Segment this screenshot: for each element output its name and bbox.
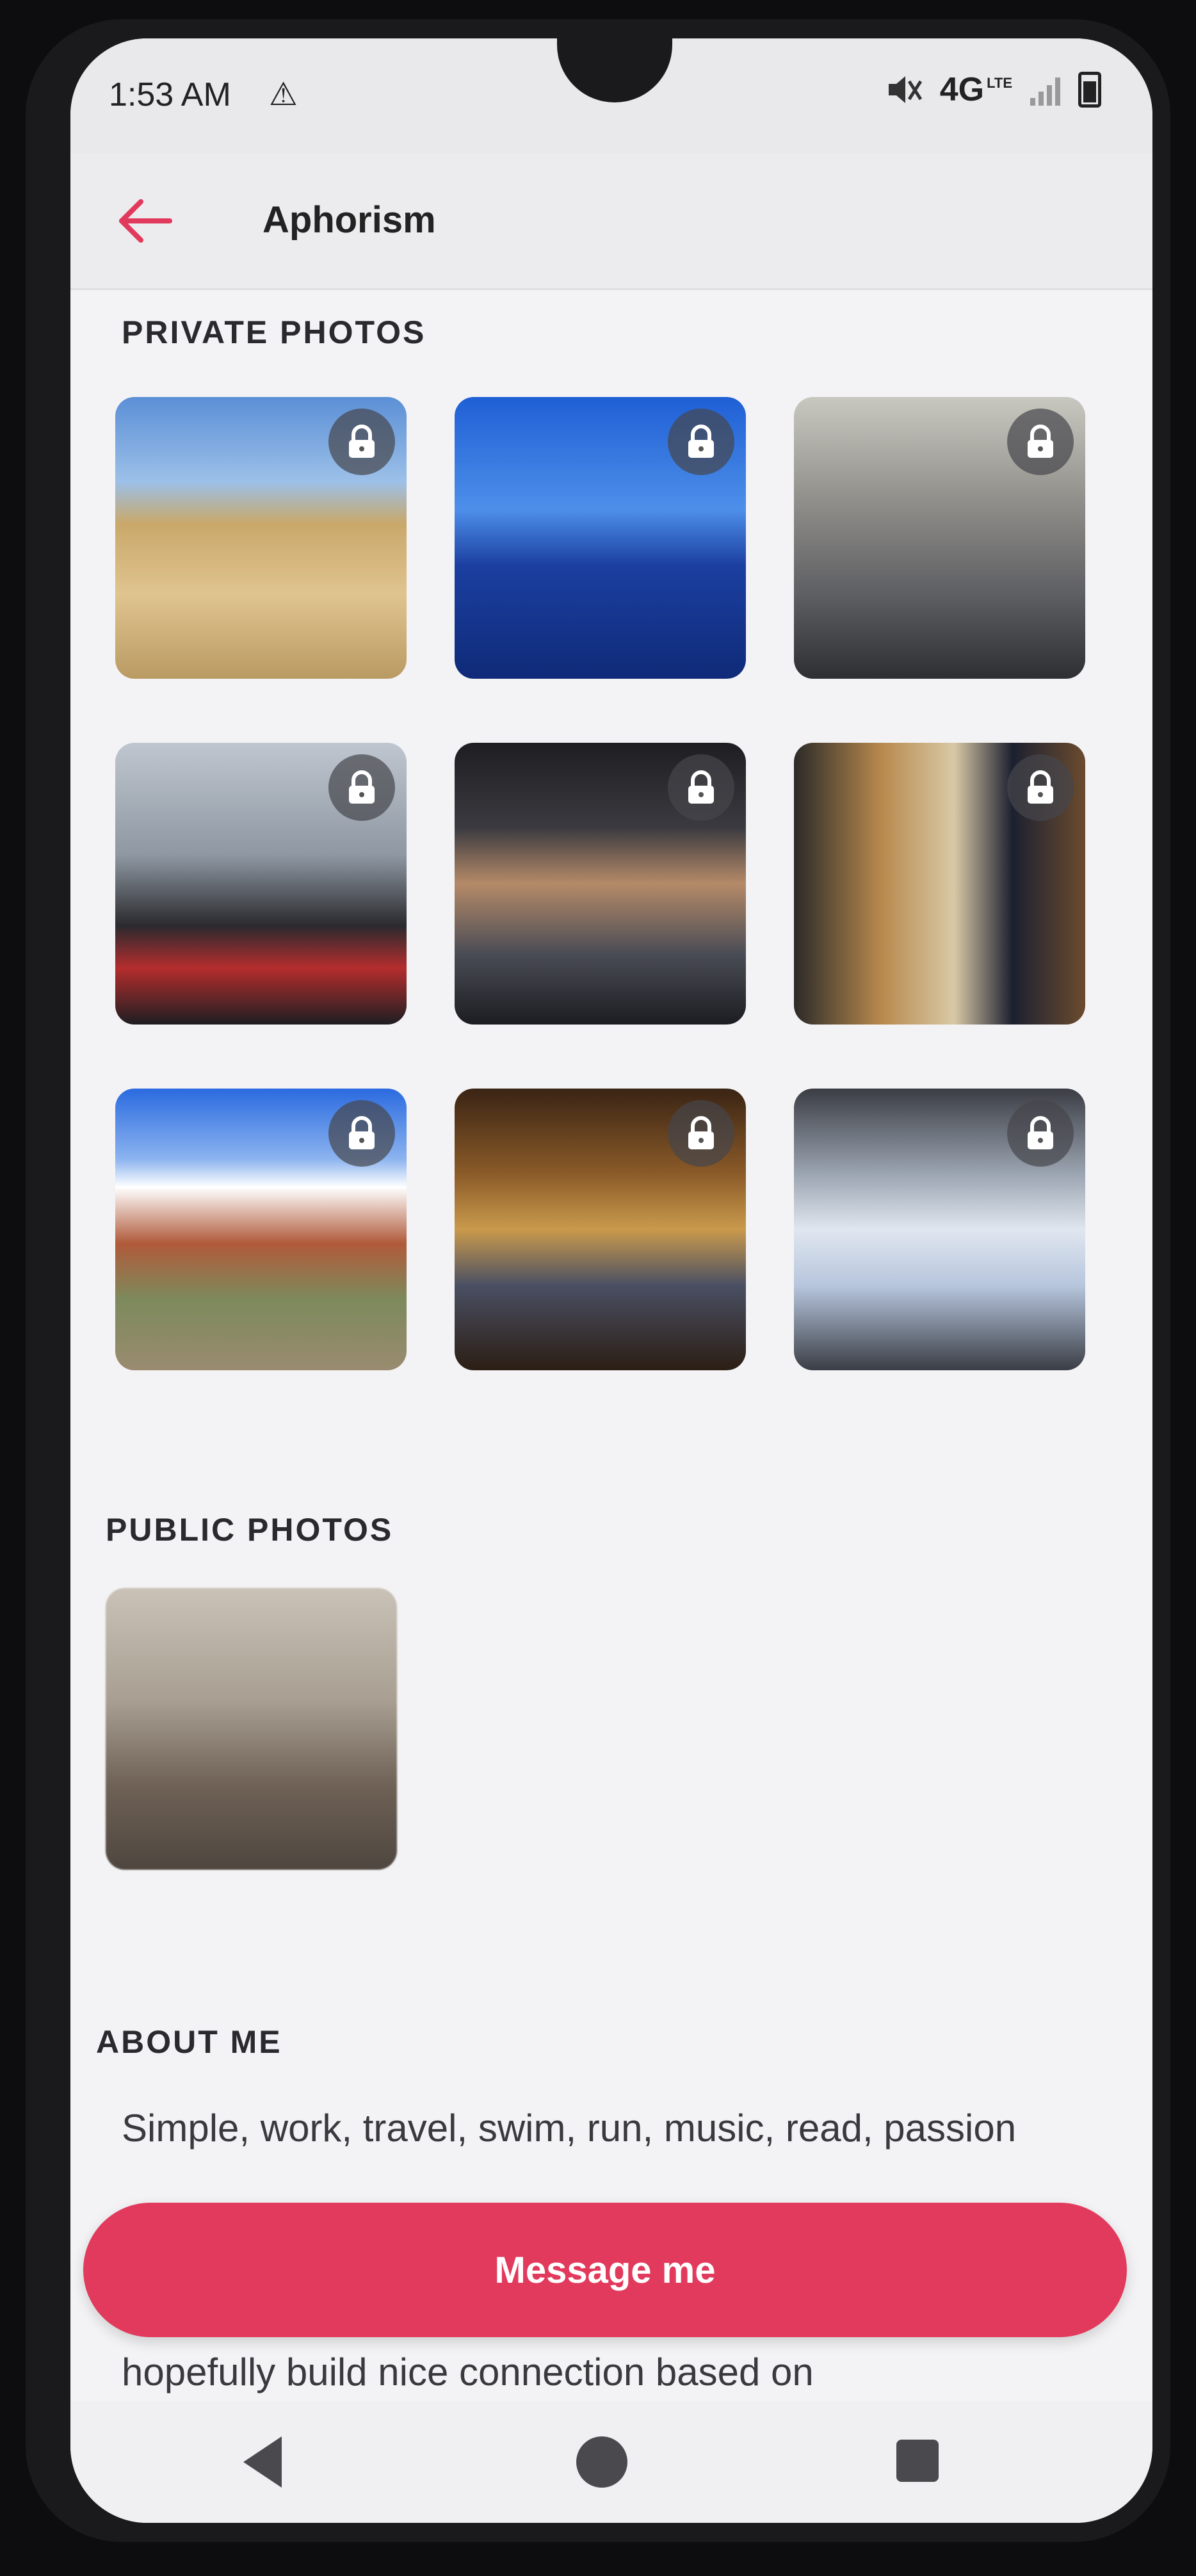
private-photo-bar-stool[interactable]: [455, 1089, 746, 1370]
nav-back-icon[interactable]: [243, 2436, 282, 2488]
network-type: 4G: [939, 71, 985, 108]
back-arrow-icon[interactable]: [115, 198, 173, 243]
private-photo-red-rocks[interactable]: [115, 1089, 407, 1370]
private-photo-ferrari-jacket[interactable]: [115, 743, 407, 1025]
public-photo-blurred-photo[interactable]: [106, 1588, 397, 1870]
about-me-title: ABOUT ME: [96, 2024, 282, 2060]
lock-icon: [1007, 409, 1074, 475]
private-photo-suit-mirror[interactable]: [794, 743, 1085, 1025]
page-title: Aphorism: [263, 199, 436, 241]
nav-home-icon[interactable]: [576, 2436, 627, 2488]
lock-icon: [328, 409, 395, 475]
lock-icon: [668, 1100, 734, 1167]
signal-icon: [1030, 74, 1060, 106]
private-photo-car-selfie[interactable]: [455, 743, 746, 1025]
about-me-text-continued: hopefully build nice connection based on: [122, 2351, 814, 2394]
private-photos-title: PRIVATE PHOTOS: [122, 314, 426, 350]
app-screen: 1:53 AM ⚠ 4G LTE Aphorism PRIVATE PHOTOS…: [70, 38, 1152, 2523]
lock-icon: [1007, 1100, 1074, 1167]
nav-recents-icon[interactable]: [896, 2440, 939, 2482]
mute-icon: [888, 76, 922, 103]
lock-icon: [328, 754, 395, 821]
private-photo-boat[interactable]: [455, 397, 746, 679]
private-photo-pyramids[interactable]: [115, 397, 407, 679]
status-indicators: 4G LTE: [886, 70, 1101, 109]
lock-icon: [328, 1100, 395, 1167]
lock-icon: [1007, 754, 1074, 821]
lock-icon: [668, 754, 734, 821]
lte-label: LTE: [987, 75, 1012, 91]
app-bar: Aphorism: [70, 154, 1152, 290]
private-photo-selfie-glasses[interactable]: [794, 397, 1085, 679]
battery-icon: [1078, 72, 1101, 108]
private-photo-car-driver[interactable]: [794, 1089, 1085, 1370]
about-me-text: Simple, work, travel, swim, run, music, …: [122, 2107, 1017, 2150]
status-time: 1:53 AM: [109, 76, 231, 113]
message-me-button[interactable]: Message me: [83, 2203, 1127, 2337]
public-photos-title: PUBLIC PHOTOS: [106, 1512, 394, 1548]
phone-frame: 1:53 AM ⚠ 4G LTE Aphorism PRIVATE PHOTOS…: [26, 19, 1170, 2542]
lock-icon: [668, 409, 734, 475]
system-nav-bar: [70, 2401, 1152, 2523]
warning-triangle-icon: ⚠: [269, 76, 298, 112]
